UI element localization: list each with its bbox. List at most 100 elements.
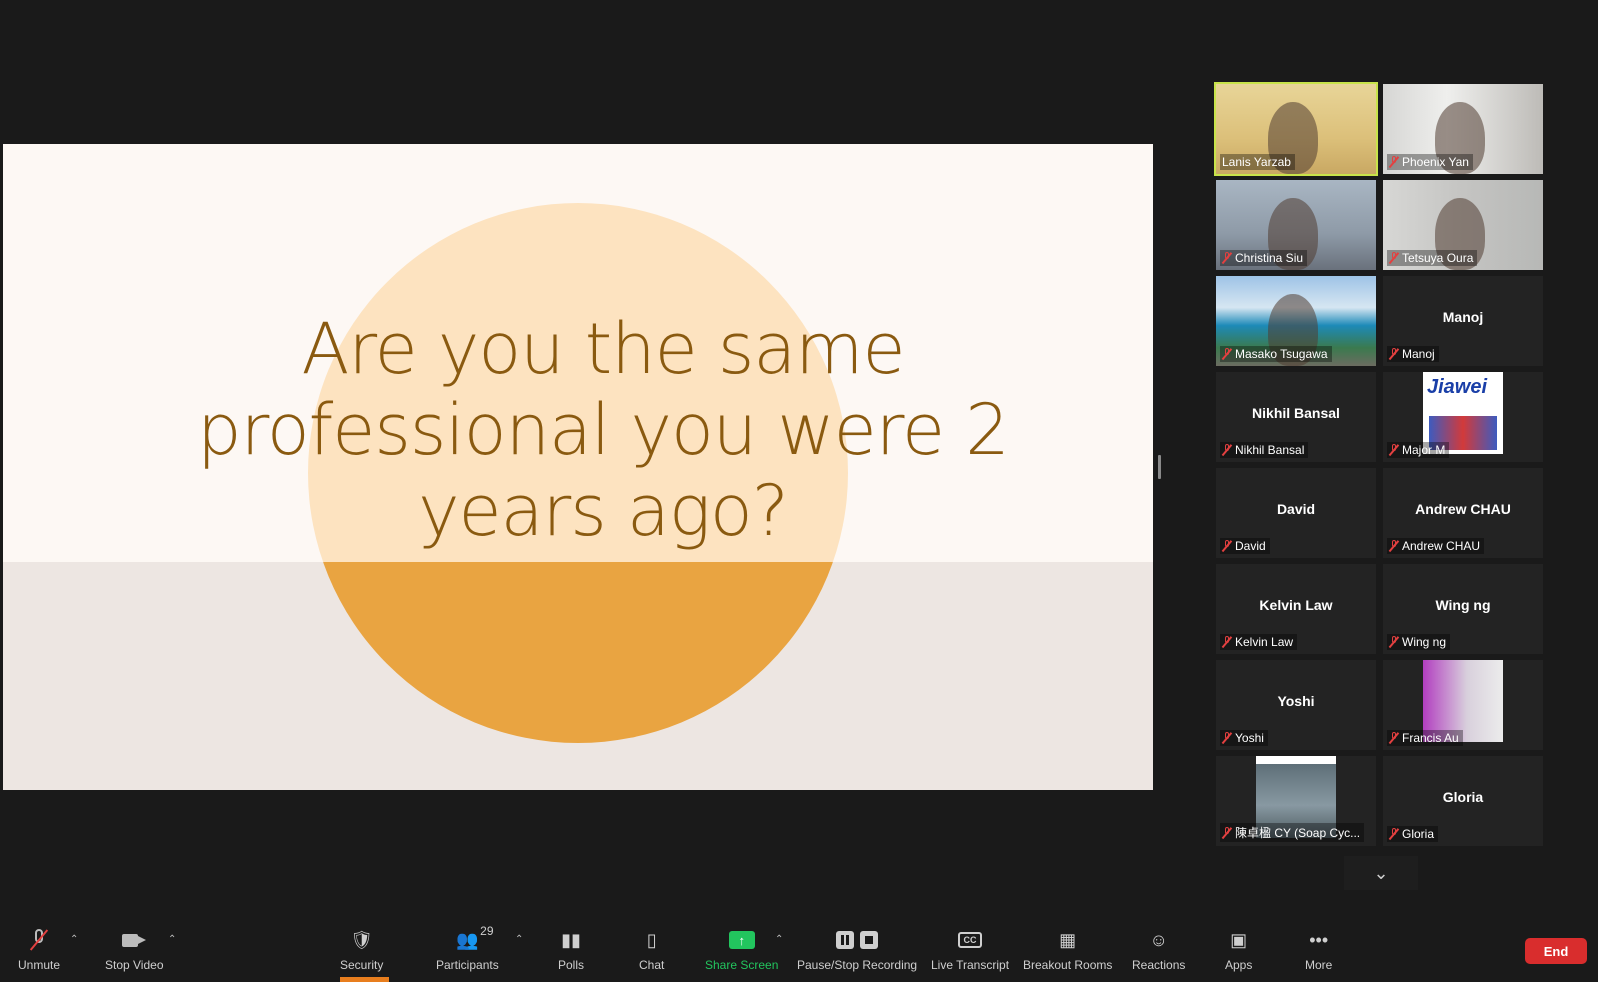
participant-tile[interactable]: Jiawei Major M bbox=[1383, 372, 1543, 462]
chat-button[interactable]: ▯ Chat bbox=[639, 928, 664, 976]
panel-resize-handle[interactable] bbox=[1158, 455, 1161, 479]
participants-options-caret[interactable]: ⌃ bbox=[515, 934, 523, 945]
participant-name: Kelvin Law bbox=[1235, 635, 1294, 649]
participant-tile[interactable]: Gloria Gloria bbox=[1383, 756, 1543, 846]
participant-name-label: Major M bbox=[1387, 442, 1450, 458]
stop-video-button[interactable]: Stop Video bbox=[105, 928, 164, 976]
participant-name-label: Kelvin Law bbox=[1220, 634, 1298, 650]
live-transcript-button[interactable]: CC Live Transcript bbox=[931, 928, 1009, 976]
mic-muted-icon bbox=[1389, 636, 1399, 648]
participant-display-name: Andrew CHAU bbox=[1415, 501, 1511, 517]
participant-tile[interactable]: Phoenix Yan bbox=[1383, 84, 1543, 174]
slide-line: Are you the same bbox=[301, 308, 905, 390]
mic-muted-icon bbox=[1389, 828, 1399, 840]
participant-display-name: Kelvin Law bbox=[1259, 597, 1333, 613]
shared-slide: Are you the same professional you were 2… bbox=[3, 144, 1153, 790]
participants-button[interactable]: 👥 29 Participants bbox=[436, 924, 499, 976]
security-indicator bbox=[340, 977, 389, 982]
audio-options-caret[interactable]: ⌃ bbox=[70, 934, 78, 945]
polls-button[interactable]: ▮▮ Polls bbox=[558, 928, 584, 976]
participant-name-label: Manoj bbox=[1387, 346, 1439, 362]
participant-name-label: Wing ng bbox=[1387, 634, 1451, 650]
reactions-button[interactable]: ☺ Reactions bbox=[1132, 928, 1185, 976]
apps-icon: ▣ bbox=[1230, 929, 1248, 950]
pause-stop-recording-button[interactable]: Pause/Stop Recording bbox=[797, 928, 917, 976]
mic-muted-icon bbox=[1389, 540, 1399, 552]
security-button[interactable]: 🛡 Security bbox=[340, 928, 383, 976]
stop-icon bbox=[860, 931, 879, 949]
slide-question: Are you the same professional you were 2… bbox=[178, 309, 1028, 552]
mic-muted-icon bbox=[1389, 732, 1399, 744]
participant-display-name: Gloria bbox=[1442, 789, 1484, 805]
share-screen-label: Share Screen bbox=[705, 958, 779, 972]
shield-icon: 🛡 bbox=[350, 929, 374, 950]
unmute-button[interactable]: Unmute bbox=[18, 928, 60, 976]
participant-tile[interactable]: Manoj Manoj bbox=[1383, 276, 1543, 366]
participant-name: Major M bbox=[1402, 443, 1446, 457]
participant-tile[interactable]: Masako Tsugawa bbox=[1216, 276, 1376, 366]
share-screen-button[interactable]: ↑ Share Screen bbox=[705, 928, 778, 976]
participant-name: Nikhil Bansal bbox=[1235, 443, 1305, 457]
mic-muted-icon bbox=[1222, 732, 1232, 744]
reactions-label: Reactions bbox=[1132, 958, 1186, 972]
mic-muted-icon bbox=[1389, 444, 1399, 456]
participant-name: 陳卓楹 CY (Soap Cyc... bbox=[1235, 826, 1361, 840]
participants-count: 29 bbox=[480, 924, 494, 938]
apps-button[interactable]: ▣ Apps bbox=[1225, 928, 1252, 976]
bar-chart-icon: ▮▮ bbox=[561, 929, 581, 950]
chat-label: Chat bbox=[639, 958, 665, 972]
participant-tile[interactable]: David David bbox=[1216, 468, 1376, 558]
participant-name-label: David bbox=[1220, 538, 1270, 554]
camera-icon bbox=[122, 932, 147, 948]
chat-bubble-icon: ▯ bbox=[646, 929, 657, 950]
share-options-caret[interactable]: ⌃ bbox=[775, 934, 783, 945]
end-meeting-button[interactable]: End bbox=[1525, 938, 1587, 964]
participant-tile[interactable]: Francis Au bbox=[1383, 660, 1543, 750]
slide-line: professional you were 2 bbox=[197, 389, 1010, 471]
recording-label: Pause/Stop Recording bbox=[797, 958, 918, 972]
participant-tile[interactable]: Kelvin Law Kelvin Law bbox=[1216, 564, 1376, 654]
participant-name-label: Yoshi bbox=[1220, 730, 1268, 746]
participant-name: Christina Siu bbox=[1235, 251, 1304, 265]
participant-name-label: Andrew CHAU bbox=[1387, 538, 1485, 554]
gallery-next-page-button[interactable]: ⌄ bbox=[1344, 856, 1418, 890]
more-button[interactable]: ••• More bbox=[1305, 928, 1332, 976]
participant-tile[interactable]: Nikhil Bansal Nikhil Bansal bbox=[1216, 372, 1376, 462]
more-label: More bbox=[1305, 958, 1333, 972]
participant-tile[interactable]: Andrew CHAU Andrew CHAU bbox=[1383, 468, 1543, 558]
security-label: Security bbox=[340, 958, 384, 972]
participant-name-label: Gloria bbox=[1387, 826, 1439, 842]
ellipsis-icon: ••• bbox=[1309, 929, 1329, 950]
participant-tile[interactable]: 陳卓楹 CY (Soap Cyc... bbox=[1216, 756, 1376, 846]
grid-icon: ▦ bbox=[1059, 929, 1077, 950]
participant-tile[interactable]: Wing ng Wing ng bbox=[1383, 564, 1543, 654]
mic-muted-icon bbox=[1222, 826, 1232, 839]
meeting-toolbar: Unmute ⌃ Stop Video ⌃ 🛡 Security 👥 29 Par… bbox=[0, 920, 1598, 982]
mic-muted-icon bbox=[1222, 252, 1232, 264]
logo-text: Jiawei bbox=[1427, 376, 1488, 398]
unmute-label: Unmute bbox=[18, 958, 61, 972]
participant-name-label: Nikhil Bansal bbox=[1220, 442, 1309, 458]
participant-tile[interactable]: Tetsuya Oura bbox=[1383, 180, 1543, 270]
participant-name: Gloria bbox=[1402, 827, 1435, 841]
breakout-rooms-button[interactable]: ▦ Breakout Rooms bbox=[1023, 928, 1112, 976]
participant-tile[interactable]: Christina Siu bbox=[1216, 180, 1376, 270]
participants-label: Participants bbox=[436, 958, 499, 972]
participant-name: Tetsuya Oura bbox=[1402, 251, 1474, 265]
participant-name: Andrew CHAU bbox=[1402, 539, 1481, 553]
mic-muted-icon bbox=[1222, 540, 1232, 552]
participant-tile[interactable]: Yoshi Yoshi bbox=[1216, 660, 1376, 750]
mic-muted-icon bbox=[1222, 636, 1232, 648]
mic-muted-icon bbox=[1222, 348, 1232, 360]
people-icon: 👥 29 bbox=[456, 924, 494, 950]
video-options-caret[interactable]: ⌃ bbox=[168, 934, 176, 945]
apps-label: Apps bbox=[1225, 958, 1253, 972]
participant-name: Yoshi bbox=[1235, 731, 1264, 745]
participant-display-name: Manoj bbox=[1442, 309, 1484, 325]
breakout-rooms-label: Breakout Rooms bbox=[1023, 958, 1113, 972]
participant-name: Lanis Yarzab bbox=[1222, 155, 1291, 169]
smiley-icon: ☺ bbox=[1149, 929, 1168, 950]
participant-name-label: Masako Tsugawa bbox=[1220, 346, 1332, 362]
participant-tile[interactable]: Lanis Yarzab bbox=[1214, 82, 1378, 176]
mic-muted-icon bbox=[1389, 348, 1399, 360]
